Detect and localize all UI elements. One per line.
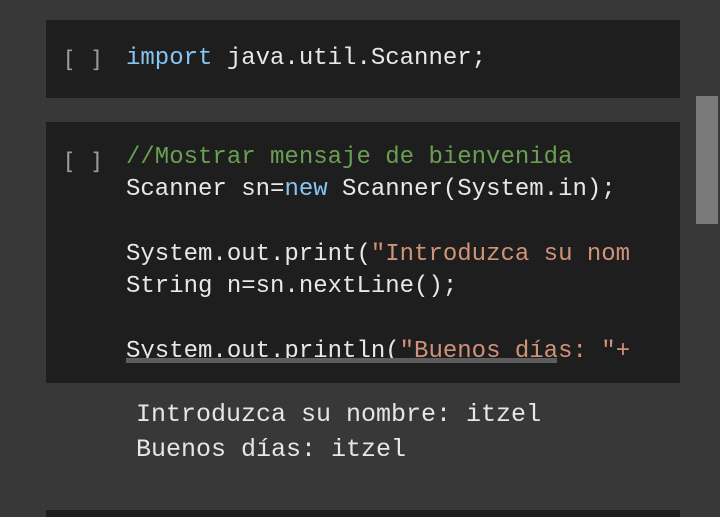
horizontal-scrollbar[interactable] xyxy=(126,358,557,363)
cell-output: Introduzca su nombre: itzel Buenos días: … xyxy=(136,397,541,467)
code-keyword: import xyxy=(126,45,213,72)
code-text: String n=sn.nextLine(); xyxy=(126,273,458,301)
code-line[interactable]: ​ xyxy=(126,207,662,239)
vertical-scrollbar-thumb[interactable] xyxy=(696,96,718,224)
code-text: Scanner(System.in); xyxy=(327,176,616,204)
code-text: System.out.print( xyxy=(126,240,371,268)
code-cell-main[interactable]: [ ] //Mostrar mensaje de bienvenida Scann… xyxy=(46,122,680,383)
code-text: Scanner sn= xyxy=(126,176,285,204)
code-keyword: new xyxy=(284,176,328,204)
notebook-page: [ ] import java.util.Scanner; [ ] //Most… xyxy=(0,0,720,517)
code-line[interactable]: import java.util.Scanner; xyxy=(126,43,662,75)
next-code-cell[interactable] xyxy=(46,510,680,517)
code-line[interactable]: String n=sn.nextLine(); xyxy=(126,271,662,303)
run-cell-button[interactable]: [ ] xyxy=(62,146,104,178)
code-comment: //Mostrar mensaje de bienvenida xyxy=(126,144,573,171)
output-line: Introduzca su nombre: itzel xyxy=(136,400,542,429)
code-line[interactable]: System.out.println("Buenos días: "+ xyxy=(126,336,662,368)
code-line[interactable]: System.out.print("Introduzca su nom xyxy=(126,239,662,271)
code-cell-import[interactable]: [ ] import java.util.Scanner; xyxy=(46,20,680,98)
code-line[interactable]: ​ xyxy=(126,303,662,335)
code-line[interactable]: Scanner sn=new Scanner(System.in); xyxy=(126,174,662,206)
code-editor[interactable]: //Mostrar mensaje de bienvenida Scanner s… xyxy=(126,142,662,383)
output-line: Buenos días: itzel xyxy=(136,435,407,464)
code-string: "Introduzca su nom xyxy=(370,240,631,268)
code-line[interactable]: //Mostrar mensaje de bienvenida xyxy=(126,142,662,174)
run-cell-button[interactable]: [ ] xyxy=(62,44,104,76)
code-text: java.util.Scanner; xyxy=(212,45,487,72)
code-editor[interactable]: import java.util.Scanner; xyxy=(126,43,662,75)
